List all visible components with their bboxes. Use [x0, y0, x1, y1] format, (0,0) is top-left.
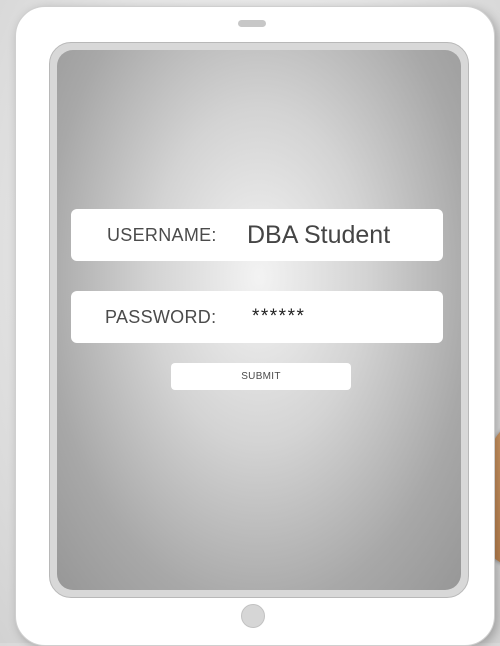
username-label: USERNAME:: [107, 224, 217, 245]
password-value[interactable]: ******: [252, 306, 305, 328]
password-field[interactable]: PASSWORD: ******: [71, 291, 443, 343]
tablet-screen: USERNAME: DBA Student PASSWORD: ****** S…: [57, 50, 461, 590]
tablet-device: USERNAME: DBA Student PASSWORD: ****** S…: [15, 6, 495, 646]
submit-button[interactable]: SUBMIT: [171, 363, 351, 390]
username-field[interactable]: USERNAME: DBA Student: [71, 209, 443, 261]
password-label: PASSWORD:: [105, 306, 217, 327]
screen-bezel: USERNAME: DBA Student PASSWORD: ****** S…: [49, 42, 469, 598]
home-button[interactable]: [241, 604, 265, 628]
camera-slot: [238, 20, 266, 27]
username-value[interactable]: DBA Student: [247, 221, 390, 250]
